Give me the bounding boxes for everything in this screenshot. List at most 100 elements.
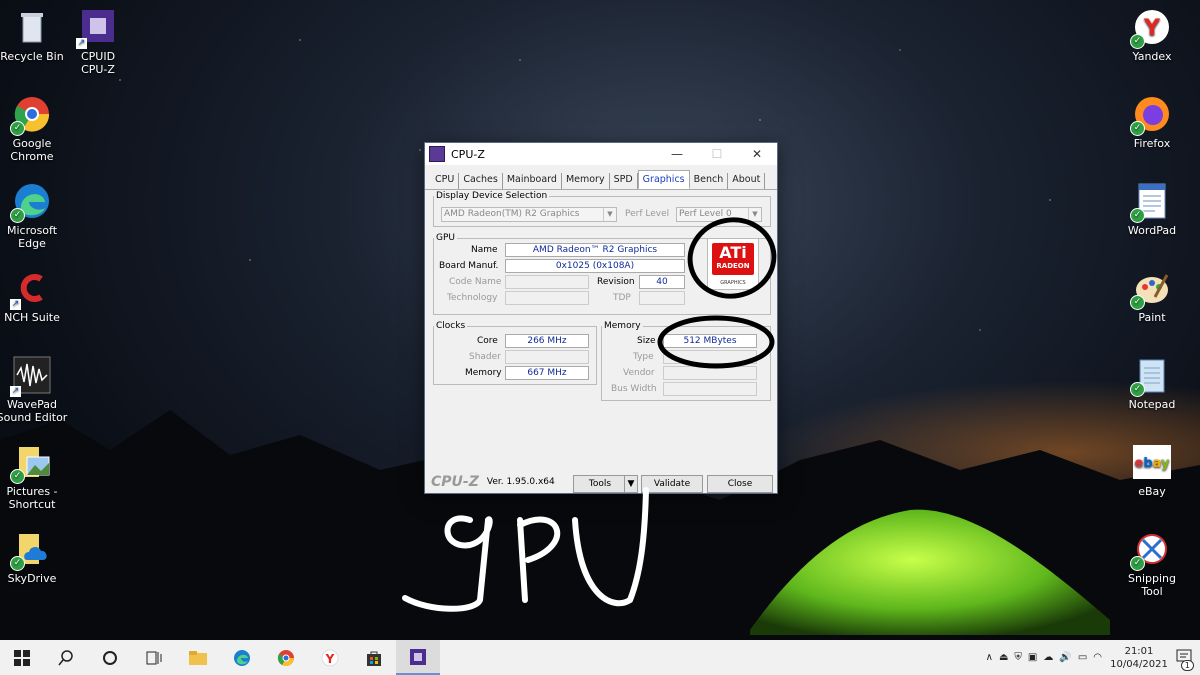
shortcut-arrow-icon: ↗ — [10, 386, 21, 397]
gpu-name-label: Name — [471, 245, 498, 255]
ati-logo-badge: ATi RADEON — [712, 243, 754, 275]
tab-graphics[interactable]: Graphics — [637, 170, 690, 189]
revision-value: 40 — [639, 275, 685, 289]
desktop-icon-label: Paint — [1138, 311, 1166, 324]
taskbar: Y ∧ ⏏ ⛨ ▣ ☁ 🔊 ▭ ◠ 21:01 10/04/2021 1 — [0, 640, 1200, 675]
bus-width-label: Bus Width — [611, 384, 657, 394]
title-bar[interactable]: CPU-Z — ☐ ✕ — [425, 143, 777, 165]
battery-icon[interactable]: ▭ — [1078, 652, 1087, 663]
perf-level-value: Perf Level 0 — [679, 209, 732, 219]
cpuz-icon — [410, 648, 426, 665]
tab-memory[interactable]: Memory — [562, 173, 610, 189]
desktop-icon-nch[interactable]: ↗ NCH Suite — [0, 269, 69, 324]
desktop-icon-skydrive[interactable]: ✓ SkyDrive — [0, 530, 69, 585]
close-button-label: Close — [727, 479, 753, 489]
svg-text:Y: Y — [1143, 16, 1161, 41]
sync-check-icon: ✓ — [1130, 208, 1145, 223]
taskbar-yandex[interactable]: Y — [308, 640, 352, 675]
shortcut-arrow-icon: ↗ — [76, 38, 87, 49]
desktop-icon-ebay[interactable]: ebay eBay — [1115, 443, 1189, 498]
windows-icon — [14, 649, 30, 666]
taskbar-chrome[interactable] — [264, 640, 308, 675]
shader-clock-label: Shader — [469, 352, 501, 362]
clock[interactable]: 21:01 10/04/2021 — [1105, 645, 1173, 671]
paint-icon: ✓ — [1130, 269, 1171, 310]
tab-bar: CPU Caches Mainboard Memory SPD Graphics… — [425, 165, 777, 190]
cortana-button[interactable] — [88, 640, 132, 675]
desktop-icon-wordpad[interactable]: ✓ WordPad — [1115, 182, 1189, 237]
minimize-button[interactable]: — — [657, 147, 697, 161]
desktop-icon-notepad[interactable]: ✓ Notepad — [1115, 356, 1189, 411]
ati-logo-text: ATi — [719, 243, 747, 262]
nch-icon: ↗ — [10, 269, 51, 310]
tab-cpu[interactable]: CPU — [431, 173, 460, 189]
memory-vendor-label: Vendor — [623, 368, 655, 378]
desktop-icon-edge[interactable]: ✓ Microsoft Edge — [0, 182, 69, 250]
desktop-icon-firefox[interactable]: ✓ Firefox — [1115, 95, 1189, 150]
desktop-icon-pictures[interactable]: ✓ Pictures - Shortcut — [0, 443, 69, 511]
validate-button[interactable]: Validate — [641, 475, 703, 493]
tab-about[interactable]: About — [728, 173, 766, 189]
search-button[interactable] — [44, 640, 88, 675]
desktop-icon-label: CPUID CPU-Z — [80, 50, 116, 76]
taskbar-cpuz[interactable] — [396, 640, 440, 675]
wifi-icon[interactable]: ◠ — [1093, 652, 1102, 663]
taskbar-edge[interactable] — [220, 640, 264, 675]
shield-icon[interactable]: ⛨ — [1014, 652, 1022, 663]
technology-label: Technology — [447, 293, 498, 303]
taskbar-file-explorer[interactable] — [176, 640, 220, 675]
desktop-icon-snipping-tool[interactable]: ✓ Snipping Tool — [1115, 530, 1189, 598]
chrome-icon — [277, 649, 295, 666]
graphics-logo-text: GRAPHICS — [720, 280, 746, 286]
desktop-icon-chrome[interactable]: ✓ Google Chrome — [0, 95, 69, 163]
radeon-logo-text: RADEON — [716, 262, 750, 270]
desktop-icon-paint[interactable]: ✓ Paint — [1115, 269, 1189, 324]
revision-label: Revision — [597, 277, 635, 287]
chevron-down-icon: ▼ — [603, 208, 616, 221]
clock-time: 21:01 — [1124, 645, 1154, 657]
desktop-icon-label: eBay — [1138, 485, 1166, 498]
yandex-icon: Y ✓ — [1130, 8, 1171, 49]
core-clock-label: Core — [477, 336, 498, 346]
svg-text:Y: Y — [325, 652, 335, 666]
ati-radeon-logo: ATi RADEON GRAPHICS — [707, 238, 759, 290]
notification-button[interactable]: 1 — [1176, 648, 1194, 671]
close-window-button[interactable]: ✕ — [737, 147, 777, 161]
volume-icon[interactable]: 🔊 — [1059, 652, 1071, 663]
tab-caches[interactable]: Caches — [459, 173, 503, 189]
code-name-value — [505, 275, 589, 289]
app-tray-icon[interactable]: ▣ — [1028, 652, 1037, 663]
cpuz-app-icon — [429, 146, 445, 162]
tab-bench[interactable]: Bench — [690, 173, 729, 189]
task-view-button[interactable] — [132, 640, 176, 675]
tab-spd[interactable]: SPD — [610, 173, 638, 189]
usb-device-icon[interactable]: ⏏ — [999, 652, 1008, 663]
memory-legend: Memory — [604, 321, 641, 331]
shader-clock-value — [505, 350, 589, 364]
desktop-icon-cpuz[interactable]: ↗ CPUID CPU-Z — [61, 8, 135, 76]
system-tray: ∧ ⏏ ⛨ ▣ ☁ 🔊 ▭ ◠ 21:01 10/04/2021 1 — [983, 640, 1200, 675]
tools-dropdown-button[interactable]: ▼ — [624, 475, 638, 493]
bus-width-value — [663, 382, 757, 396]
sync-check-icon: ✓ — [1130, 382, 1145, 397]
perf-level-label: Perf Level — [625, 209, 670, 219]
edge-icon: ✓ — [10, 182, 51, 223]
folder-icon — [189, 650, 207, 665]
desktop-icon-recycle-bin[interactable]: Recycle Bin — [0, 8, 69, 63]
sync-check-icon: ✓ — [1130, 295, 1145, 310]
desktop-icon-wavepad[interactable]: ↗ WavePad Sound Editor — [0, 356, 69, 424]
start-button[interactable] — [0, 640, 44, 675]
onedrive-icon[interactable]: ☁ — [1043, 652, 1053, 663]
tools-button[interactable]: Tools — [573, 475, 627, 493]
taskbar-store[interactable] — [352, 640, 396, 675]
memory-size-label: Size — [637, 336, 656, 346]
desktop-icon-label: Recycle Bin — [0, 50, 64, 63]
chrome-icon: ✓ — [10, 95, 51, 136]
store-bag-icon — [367, 651, 381, 666]
desktop-icon-yandex[interactable]: Y ✓ Yandex — [1115, 8, 1189, 63]
display-device-select[interactable]: AMD Radeon(TM) R2 Graphics ▼ — [441, 207, 617, 222]
perf-level-select[interactable]: Perf Level 0 ▼ — [676, 207, 762, 222]
tab-mainboard[interactable]: Mainboard — [503, 173, 562, 189]
chevron-up-icon[interactable]: ∧ — [986, 652, 993, 663]
close-button[interactable]: Close — [707, 475, 773, 493]
